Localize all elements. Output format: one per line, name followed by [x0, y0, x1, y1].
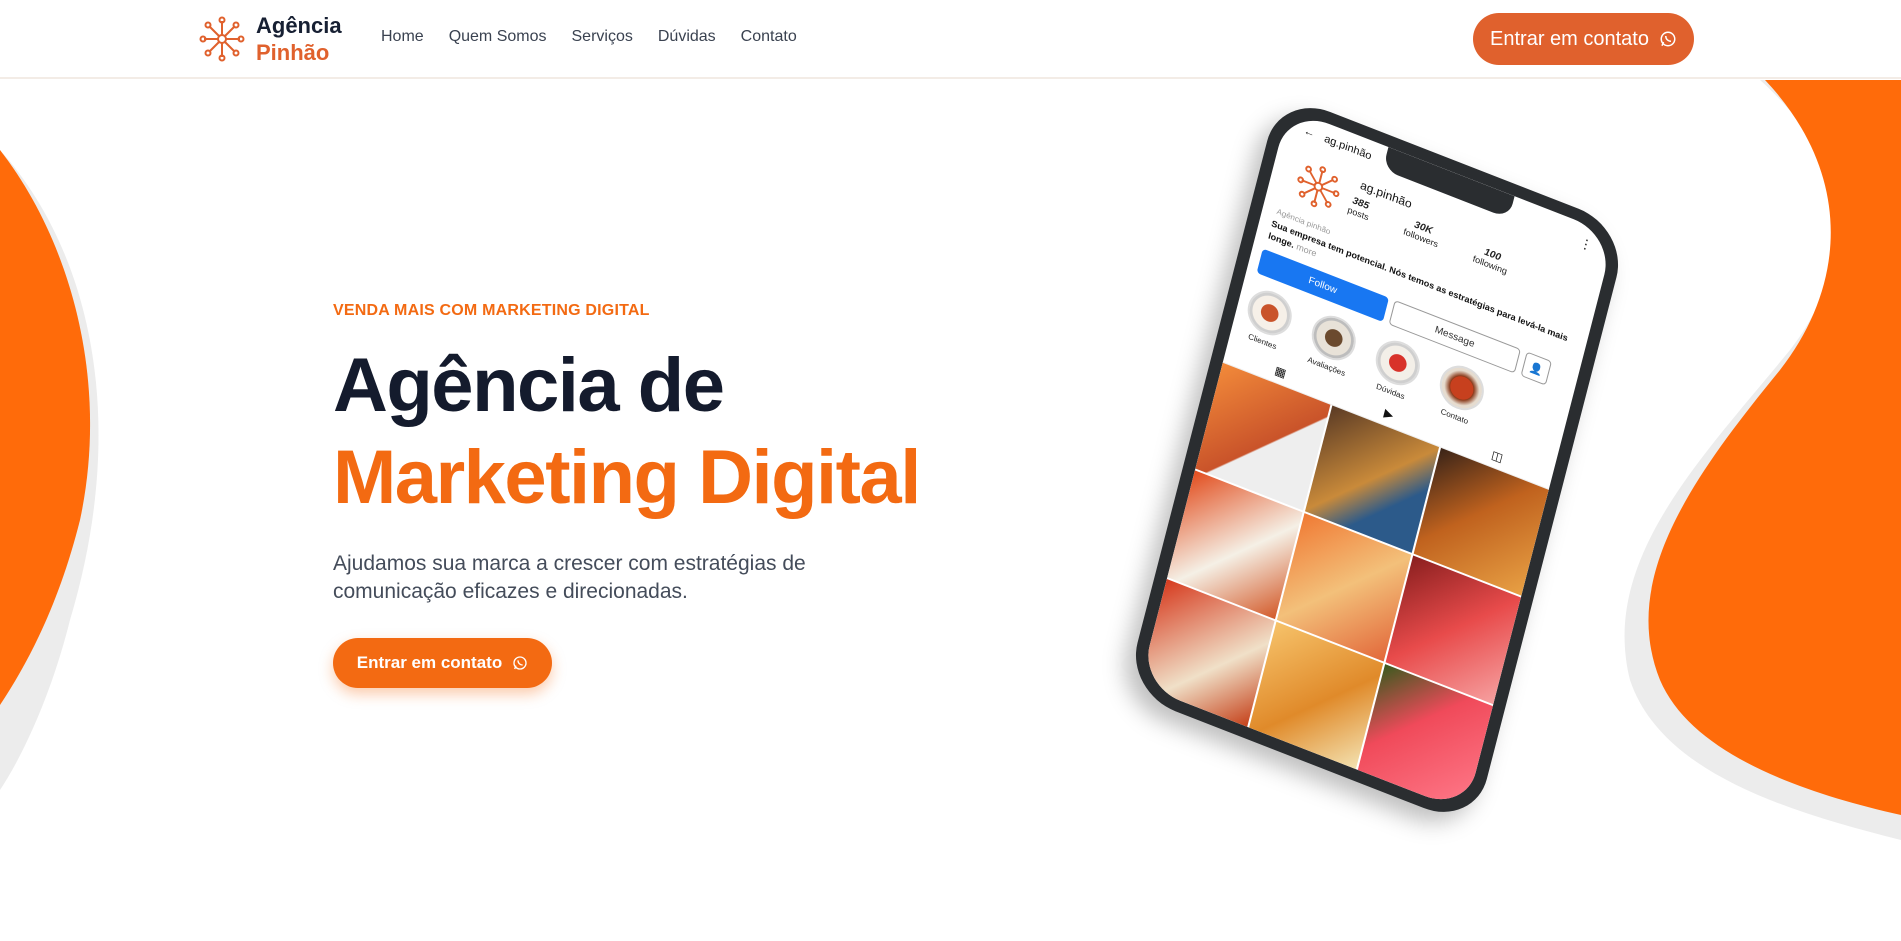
ig-photo-grid — [1139, 362, 1549, 812]
hero-headline-line2: Marketing Digital — [333, 435, 921, 520]
highlight-item[interactable]: Clientes — [1240, 284, 1297, 354]
profile-avatar — [1297, 165, 1340, 208]
stat-posts: 385 posts — [1347, 195, 1373, 222]
hero-subtext: Ajudamos sua marca a crescer com estraté… — [333, 552, 806, 603]
hero-contact-label: Entrar em contato — [356, 653, 503, 672]
phone-mockup: ← ag.pinhão ⋮ ag.pinhão 385 posts 30K fo… — [1115, 92, 1630, 828]
brand-name: Agência Pinhão — [256, 12, 342, 66]
tagged-icon[interactable]: ◫ — [1490, 448, 1504, 465]
whatsapp-icon — [513, 656, 527, 670]
background-decoration — [0, 80, 1901, 840]
landing-page: Agência Pinhão Home Quem Somos Serviços … — [0, 0, 1901, 941]
nav-duvidas[interactable]: Dúvidas — [658, 28, 716, 46]
flower-logo-icon — [199, 16, 245, 62]
nav-servicos[interactable]: Serviços — [572, 28, 633, 46]
nav-quem-somos[interactable]: Quem Somos — [449, 28, 547, 46]
grid-icon[interactable]: ▦ — [1273, 363, 1287, 380]
main-nav: Home Quem Somos Serviços Dúvidas Contato — [381, 28, 797, 46]
reels-icon[interactable]: ▶ — [1383, 406, 1395, 423]
highlight-item[interactable]: Avaliações — [1304, 309, 1361, 379]
ig-topbar-username: ag.pinhão — [1322, 132, 1373, 163]
brand-logo[interactable]: Agência Pinhão — [198, 12, 342, 66]
brand-name-line2: Pinhão — [256, 40, 330, 65]
hero-headline-line1: Agência de — [333, 343, 725, 428]
nav-contato[interactable]: Contato — [741, 28, 797, 46]
hero-contact-button[interactable]: Entrar em contato — [333, 638, 552, 688]
hero-eyebrow: VENDA MAIS COM MARKETING DIGITAL — [333, 302, 650, 319]
site-header: Agência Pinhão Home Quem Somos Serviços … — [0, 0, 1901, 79]
ig-topbar: ← ag.pinhão — [1303, 125, 1373, 162]
back-arrow-icon: ← — [1302, 124, 1317, 141]
highlight-item[interactable]: Dúvidas — [1368, 334, 1425, 404]
phone-frame: ← ag.pinhão ⋮ ag.pinhão 385 posts 30K fo… — [1124, 92, 1630, 828]
hero-headline: Agência de Marketing Digital — [333, 340, 921, 524]
right-orange-blob — [1648, 80, 1901, 815]
header-contact-label: Entrar em contato — [1490, 27, 1649, 50]
instagram-profile-screen: ← ag.pinhão ⋮ ag.pinhão 385 posts 30K fo… — [1139, 108, 1615, 812]
more-options-icon: ⋮ — [1577, 234, 1595, 254]
hero-section: VENDA MAIS COM MARKETING DIGITAL Agência… — [333, 302, 921, 688]
stat-followers: 30K followers — [1402, 216, 1442, 250]
highlight-item[interactable]: Contato — [1432, 359, 1489, 429]
nav-home[interactable]: Home — [381, 28, 424, 46]
whatsapp-icon — [1660, 31, 1676, 47]
left-orange-blob — [0, 150, 91, 705]
add-user-icon[interactable]: 👤 — [1520, 351, 1553, 386]
stat-following: 100 following — [1472, 243, 1511, 276]
brand-name-line1: Agência — [256, 13, 342, 38]
header-contact-button[interactable]: Entrar em contato — [1473, 13, 1694, 65]
